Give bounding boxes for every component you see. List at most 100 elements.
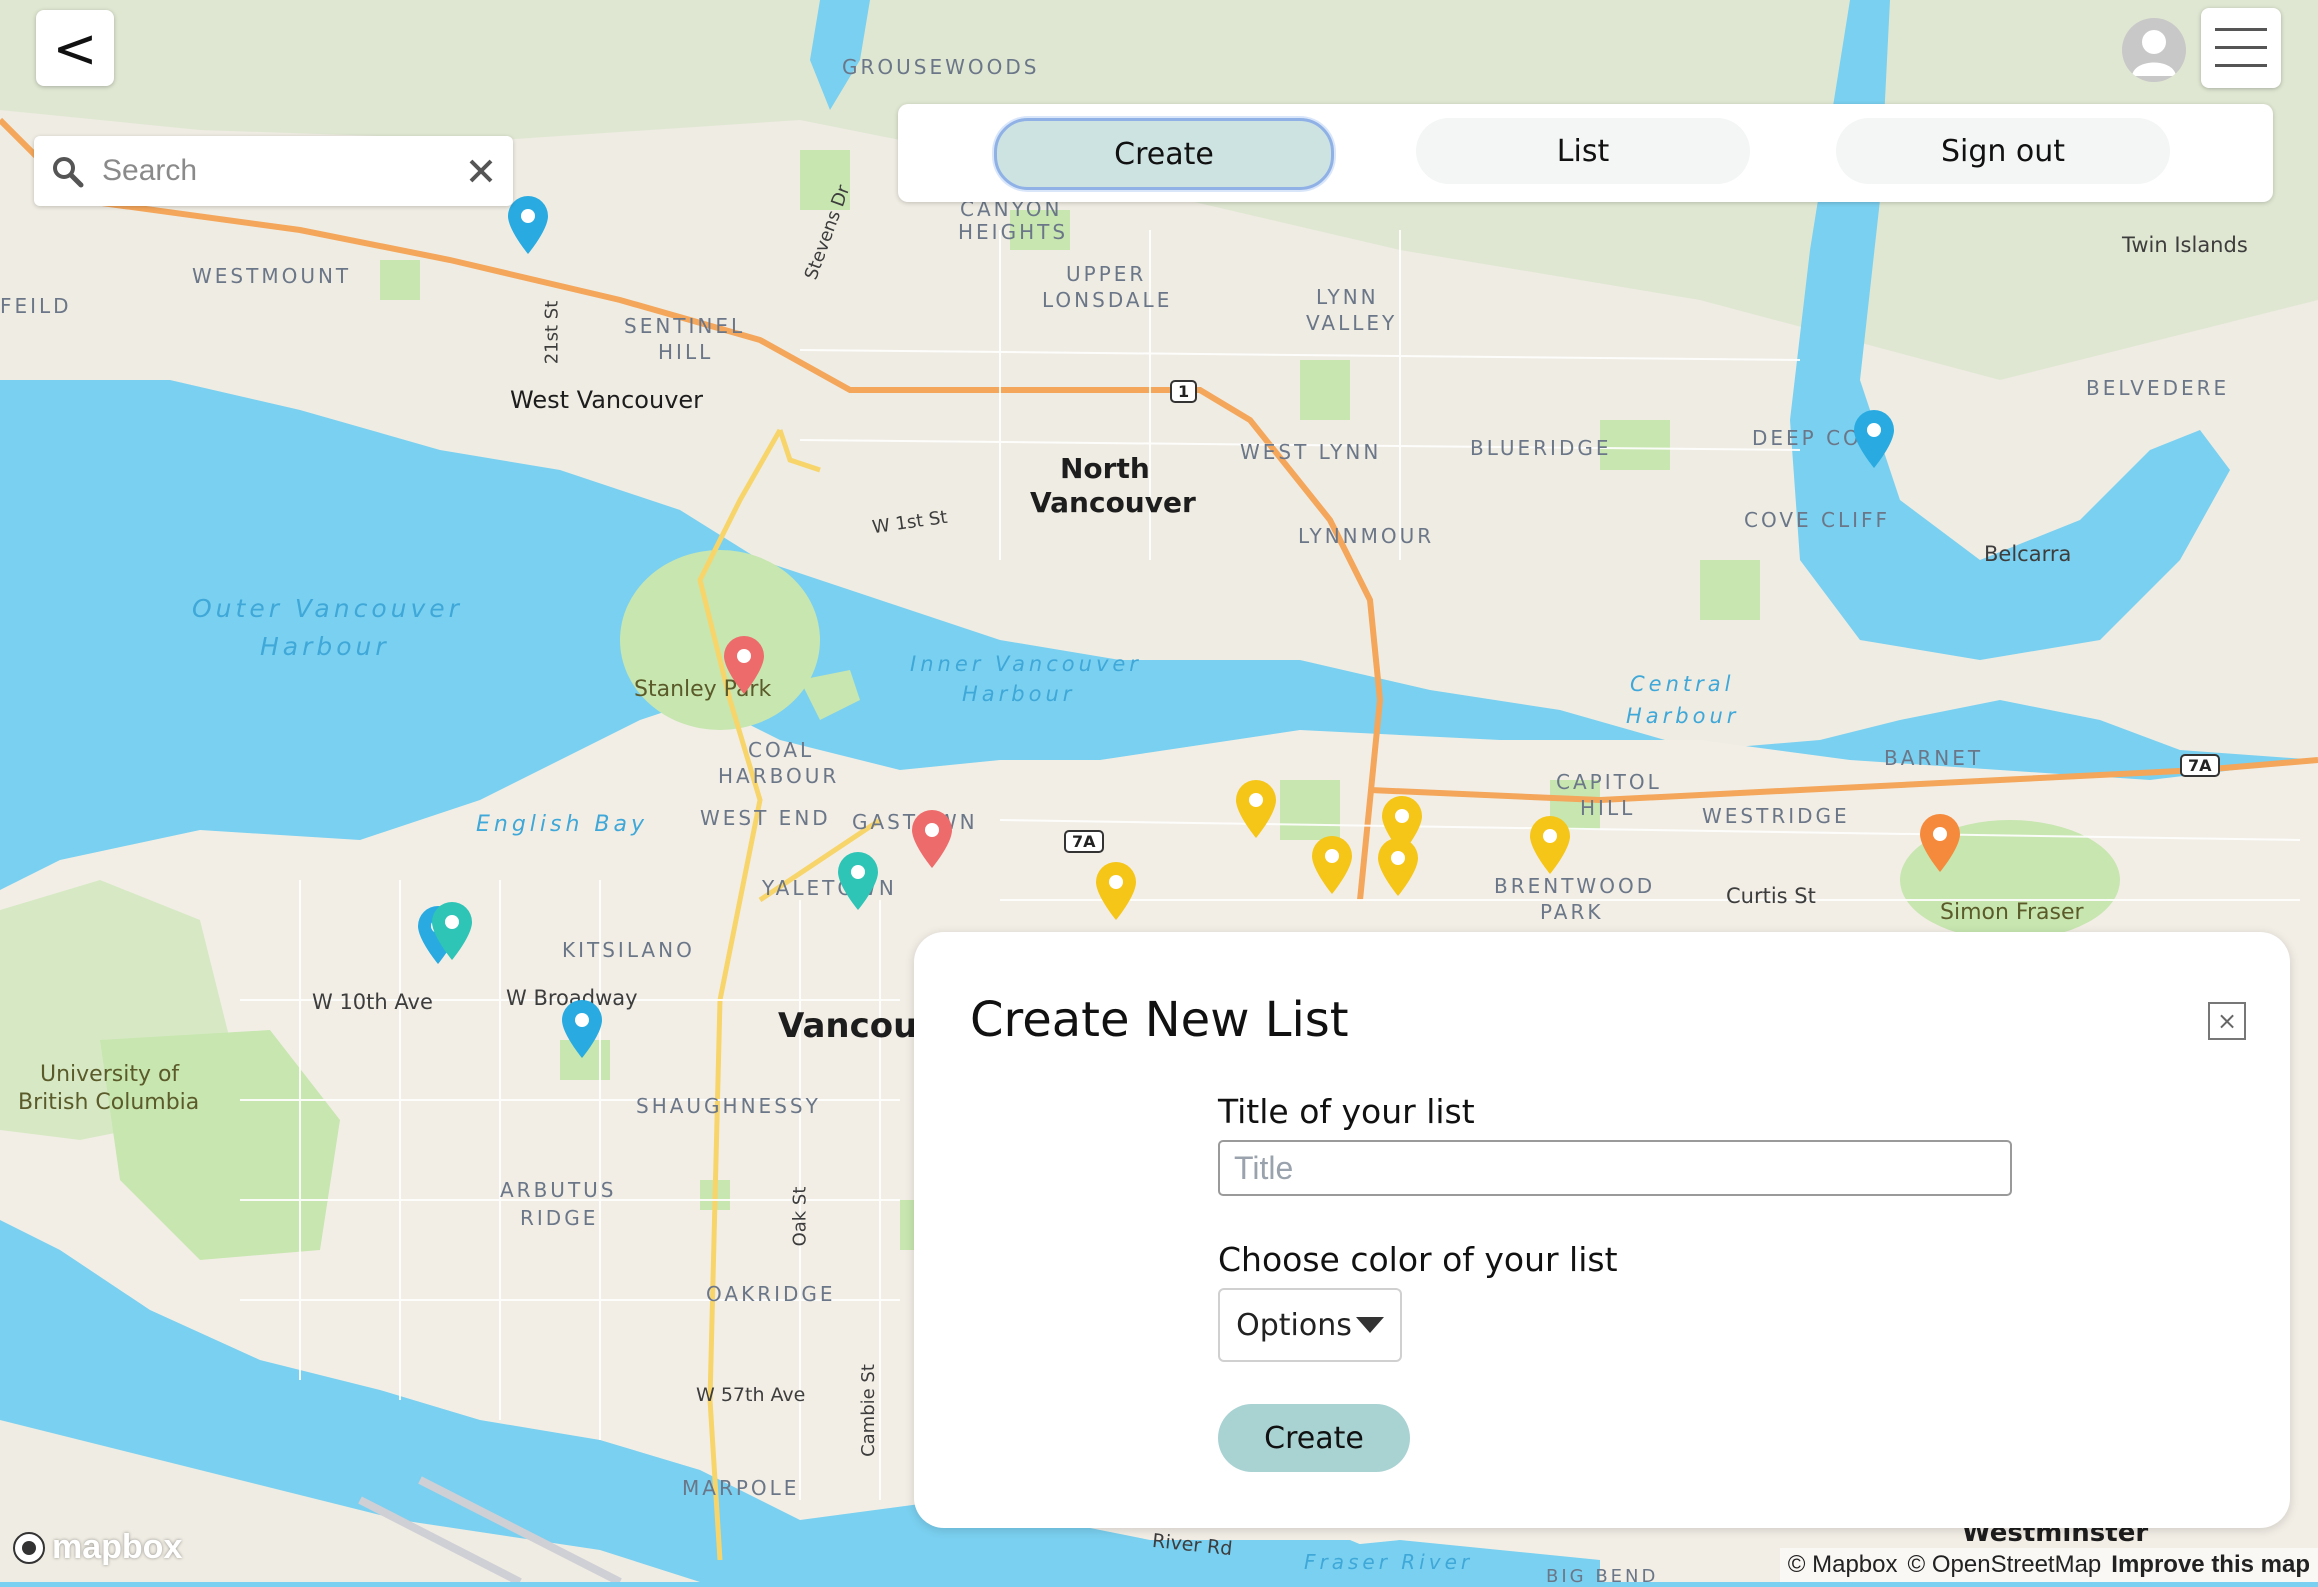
map-pin-icon[interactable]: [1528, 816, 1572, 876]
color-field-label: Choose color of your list: [1218, 1240, 1618, 1279]
map-pin-icon[interactable]: [506, 196, 550, 256]
label-fraser-river: Fraser River: [1304, 1550, 1474, 1574]
label-w10th: W 10th Ave: [312, 990, 433, 1014]
create-list-modal: Create New List × Title of your list Cho…: [914, 932, 2290, 1528]
label-oak: Oak St: [789, 1186, 811, 1247]
tab-create-label: Create: [1114, 136, 1214, 172]
search-box: [34, 136, 513, 206]
chevron-left-icon: <: [52, 16, 98, 80]
label-outer-harbour-1: Outer Vancouver: [192, 594, 463, 623]
label-ubc-1: University of: [40, 1062, 180, 1087]
label-w57th: W 57th Ave: [696, 1384, 806, 1406]
label-outer-harbour-2: Harbour: [260, 632, 390, 661]
label-belvedere: BELVEDERE: [2086, 376, 2230, 400]
label-feild: FEILD: [0, 294, 72, 318]
map-attribution: © Mapbox © OpenStreetMap Improve this ma…: [1779, 1548, 2318, 1582]
tab-sign-out-label: Sign out: [1940, 133, 2066, 169]
map-pin-icon[interactable]: [430, 902, 474, 962]
label-coal: COAL: [748, 738, 815, 762]
label-marpole: MARPOLE: [682, 1476, 800, 1500]
label-west-vancouver: West Vancouver: [510, 386, 704, 414]
highway-1-shield: 1: [1170, 380, 1198, 403]
label-brentwood: BRENTWOOD: [1494, 874, 1656, 898]
label-west-lynn: WEST LYNN: [1240, 440, 1382, 464]
map-pin-icon[interactable]: [1852, 410, 1896, 470]
label-brentwood-park: PARK: [1540, 900, 1604, 924]
label-upper: UPPER: [1066, 262, 1147, 286]
menu-button[interactable]: [2201, 8, 2281, 88]
label-north-vancouver: Vancouver: [1030, 486, 1196, 519]
map-pin-icon[interactable]: [722, 636, 766, 696]
close-icon: ×: [2216, 1007, 2238, 1035]
user-avatar-icon[interactable]: [2122, 18, 2186, 82]
label-lonsdale: LONSDALE: [1042, 288, 1173, 312]
hamburger-menu-icon: [2215, 28, 2267, 67]
label-heights: HEIGHTS: [958, 220, 1069, 244]
label-north: North: [1060, 452, 1150, 485]
map-pin-icon[interactable]: [1376, 838, 1420, 898]
label-arbutus-ridge: RIDGE: [520, 1206, 599, 1230]
label-big-bend: BIG BEND: [1546, 1566, 1659, 1587]
label-barnet: BARNET: [1884, 746, 1984, 770]
label-westmount: WESTMOUNT: [192, 264, 352, 288]
map-pin-icon[interactable]: [1918, 814, 1962, 874]
label-hill: HILL: [658, 340, 714, 364]
label-capitol-hill: HILL: [1580, 796, 1636, 820]
map-pin-icon[interactable]: [910, 810, 954, 870]
tab-sign-out[interactable]: Sign out: [1836, 118, 2170, 184]
label-valley: VALLEY: [1306, 311, 1398, 335]
label-central-harbour-2: Harbour: [1626, 704, 1740, 728]
label-westridge: WESTRIDGE: [1702, 804, 1850, 828]
attribution-mapbox-link[interactable]: © Mapbox: [1788, 1551, 1898, 1579]
label-belcarra: Belcarra: [1984, 542, 2072, 566]
label-curtis: Curtis St: [1726, 884, 1816, 908]
label-simon-fraser: Simon Fraser: [1940, 900, 2084, 925]
label-shaughnessy: SHAUGHNESSY: [636, 1094, 821, 1118]
attribution-osm-link[interactable]: © OpenStreetMap: [1908, 1551, 2102, 1579]
label-blueridge: BLUERIDGE: [1470, 436, 1612, 460]
create-button-label: Create: [1264, 1420, 1364, 1456]
label-oakridge: OAKRIDGE: [706, 1282, 836, 1306]
close-icon[interactable]: [468, 158, 494, 184]
create-button[interactable]: Create: [1218, 1404, 1410, 1472]
mapbox-logo-text: mapbox: [52, 1528, 183, 1566]
label-ubc-2: British Columbia: [18, 1090, 200, 1115]
map-pin-icon[interactable]: [1310, 836, 1354, 896]
top-nav: Create List Sign out: [898, 104, 2273, 202]
back-button[interactable]: <: [36, 10, 114, 86]
label-english-bay: English Bay: [476, 812, 649, 837]
label-cambie: Cambie St: [857, 1364, 879, 1457]
modal-title: Create New List: [970, 992, 1349, 1048]
tab-create[interactable]: Create: [994, 118, 1334, 190]
label-inner-harbour-1: Inner Vancouver: [910, 652, 1142, 676]
map-pin-icon[interactable]: [836, 852, 880, 912]
mapbox-logo[interactable]: mapbox: [12, 1528, 182, 1567]
label-grousewoods: GROUSEWOODS: [842, 55, 1040, 79]
color-options-dropdown[interactable]: Options: [1218, 1288, 1402, 1362]
label-west-end: WEST END: [700, 806, 831, 830]
map-pin-icon[interactable]: [1094, 862, 1138, 922]
tab-list[interactable]: List: [1416, 118, 1750, 184]
close-button[interactable]: ×: [2208, 1002, 2246, 1040]
mapbox-icon: [13, 1531, 45, 1564]
highway-7a-shield: 7A: [1064, 830, 1104, 853]
label-lynn: LYNN: [1316, 285, 1379, 309]
options-label: Options: [1236, 1307, 1352, 1343]
caret-down-icon: [1355, 1317, 1384, 1333]
label-inner-harbour-2: Harbour: [962, 682, 1076, 706]
label-capitol: CAPITOL: [1556, 770, 1662, 794]
improve-map-link[interactable]: Improve this map: [2111, 1551, 2310, 1579]
title-field-label: Title of your list: [1218, 1092, 1475, 1131]
map-pin-icon[interactable]: [1234, 780, 1278, 840]
map-pin-icon[interactable]: [560, 1000, 604, 1060]
label-kitsilano: KITSILANO: [562, 938, 695, 962]
search-icon: [53, 157, 84, 188]
label-arbutus: ARBUTUS: [500, 1178, 617, 1202]
label-coal-harbour: HARBOUR: [718, 764, 840, 788]
highway-7a-shield-east: 7A: [2180, 754, 2220, 777]
label-lynnmour: LYNNMOUR: [1298, 524, 1435, 548]
label-21st: 21st St: [541, 300, 563, 365]
title-input[interactable]: [1218, 1140, 2012, 1196]
search-input[interactable]: [100, 148, 444, 194]
label-central-harbour-1: Central: [1630, 672, 1735, 696]
